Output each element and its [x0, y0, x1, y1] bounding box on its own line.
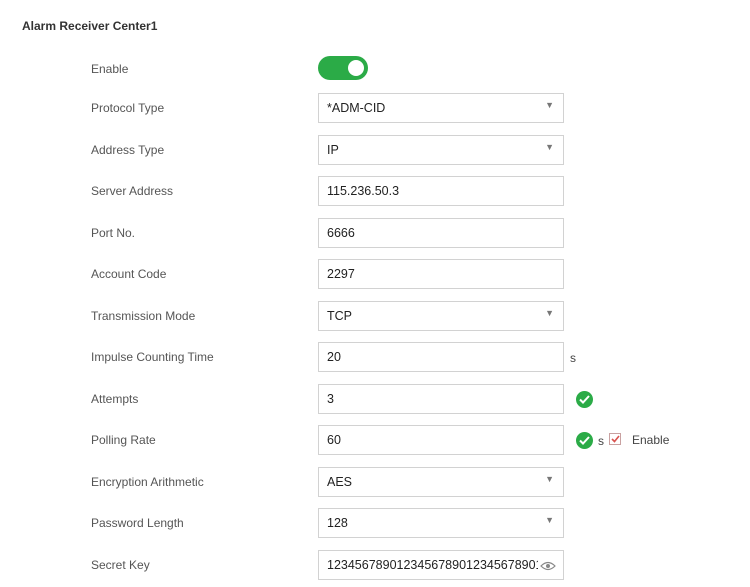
check-circle-icon	[576, 432, 593, 449]
caret-down-icon: ▼	[545, 100, 554, 110]
row-secret-key: Secret Key 12345678901234567890123456789…	[0, 550, 750, 582]
attempts-input[interactable]: 3	[318, 384, 564, 414]
row-impulse-counting-time: Impulse Counting Time 20 s	[0, 342, 750, 374]
row-port-no: Port No. 6666	[0, 218, 750, 250]
port-no-input[interactable]: 6666	[318, 218, 564, 248]
row-enable: Enable	[0, 56, 750, 92]
eye-icon[interactable]	[538, 560, 556, 574]
polling-enable-label: Enable	[632, 433, 670, 447]
transmission-mode-label: Transmission Mode	[91, 309, 196, 323]
transmission-mode-value: TCP	[327, 309, 352, 323]
protocol-type-label: Protocol Type	[91, 101, 165, 115]
row-address-type: Address Type IP ▼	[0, 135, 750, 167]
address-type-select[interactable]: IP ▼	[318, 135, 564, 165]
account-code-input[interactable]: 2297	[318, 259, 564, 289]
impulse-counting-time-input[interactable]: 20	[318, 342, 564, 372]
caret-down-icon: ▼	[545, 515, 554, 525]
toggle-knob	[348, 60, 364, 76]
protocol-type-value: *ADM-CID	[327, 101, 386, 115]
secret-key-input[interactable]: 12345678901234567890123456789012	[318, 550, 564, 580]
impulse-unit: s	[570, 351, 576, 365]
enable-label: Enable	[91, 62, 129, 76]
secret-key-value: 12345678901234567890123456789012	[327, 558, 550, 572]
encryption-arithmetic-label: Encryption Arithmetic	[91, 475, 204, 489]
server-address-label: Server Address	[91, 184, 174, 198]
account-code-label: Account Code	[91, 267, 167, 281]
section-title: Alarm Receiver Center1	[22, 19, 158, 33]
row-server-address: Server Address 115.236.50.3	[0, 176, 750, 208]
secret-key-label: Secret Key	[91, 558, 150, 572]
protocol-type-select[interactable]: *ADM-CID ▼	[318, 93, 564, 123]
address-type-label: Address Type	[91, 143, 165, 157]
polling-enable-checkbox[interactable]	[609, 433, 621, 445]
polling-rate-input[interactable]: 60	[318, 425, 564, 455]
caret-down-icon: ▼	[545, 142, 554, 152]
row-attempts: Attempts 3	[0, 384, 750, 416]
transmission-mode-select[interactable]: TCP ▼	[318, 301, 564, 331]
row-polling-rate: Polling Rate 60 s Enable	[0, 425, 750, 457]
password-length-value: 128	[327, 516, 348, 530]
port-no-label: Port No.	[91, 226, 136, 240]
polling-rate-label: Polling Rate	[91, 433, 156, 447]
check-circle-icon	[576, 391, 593, 408]
password-length-label: Password Length	[91, 516, 184, 530]
encryption-arithmetic-value: AES	[327, 475, 353, 489]
encryption-arithmetic-select[interactable]: AES ▼	[318, 467, 564, 497]
row-encryption-arithmetic: Encryption Arithmetic AES ▼	[0, 467, 750, 499]
row-protocol-type: Protocol Type *ADM-CID ▼	[0, 93, 750, 125]
alarm-receiver-panel: Alarm Receiver Center1 Enable Protocol T…	[0, 0, 750, 587]
caret-down-icon: ▼	[545, 308, 554, 318]
caret-down-icon: ▼	[545, 474, 554, 484]
enable-toggle[interactable]	[318, 56, 368, 80]
password-length-select[interactable]: 128 ▼	[318, 508, 564, 538]
attempts-label: Attempts	[91, 392, 139, 406]
impulse-counting-time-label: Impulse Counting Time	[91, 350, 214, 364]
row-transmission-mode: Transmission Mode TCP ▼	[0, 301, 750, 333]
row-account-code: Account Code 2297	[0, 259, 750, 291]
polling-unit: s	[598, 434, 604, 448]
row-password-length: Password Length 128 ▼	[0, 508, 750, 540]
server-address-input[interactable]: 115.236.50.3	[318, 176, 564, 206]
address-type-value: IP	[327, 143, 339, 157]
